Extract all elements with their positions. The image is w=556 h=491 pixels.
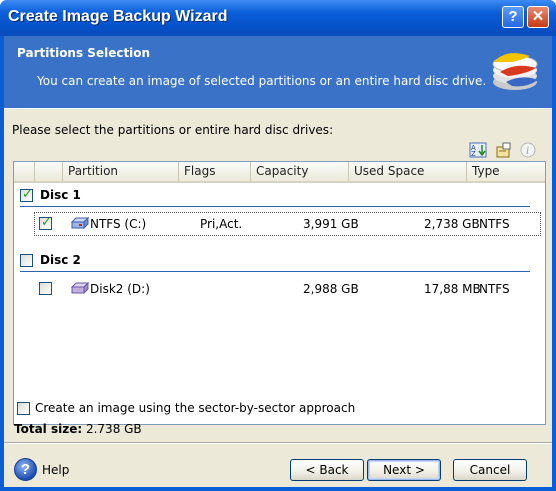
cancel-button[interactable]: Cancel xyxy=(453,459,527,481)
table-row[interactable]: ✓ NTFS (C:) Pri,Act. 3,991 GB 2,738 GB N… xyxy=(14,212,545,236)
help-link[interactable]: Help xyxy=(42,463,69,477)
partition-checkbox[interactable]: ✓ xyxy=(39,215,52,230)
drive-icon xyxy=(71,216,89,230)
column-header-flags[interactable]: Flags xyxy=(178,162,250,181)
group-divider xyxy=(20,206,530,207)
properties-icon[interactable] xyxy=(494,142,512,158)
sector-by-sector-label[interactable]: Create an image using the sector-by-sect… xyxy=(35,401,355,415)
info-icon[interactable]: i xyxy=(519,142,537,158)
total-size-value: 2.738 GB xyxy=(85,422,142,436)
selection-prompt: Please select the partitions or entire h… xyxy=(12,123,334,137)
disc-group-label: Disc 2 xyxy=(40,253,81,267)
page-title: Partitions Selection xyxy=(17,46,151,60)
disc-group-row[interactable]: ✓ Disc 1 xyxy=(14,185,545,207)
help-icon[interactable]: ? xyxy=(14,458,37,481)
wizard-window: Create Image Backup Wizard ? ✕ Partition… xyxy=(0,0,556,491)
dialog-body: Partitions Selection You can create an i… xyxy=(4,36,552,487)
partition-checkbox[interactable] xyxy=(39,282,52,295)
partition-used-space: 17,88 MB xyxy=(424,282,481,296)
window-title: Create Image Backup Wizard xyxy=(8,8,228,25)
column-header-used-space[interactable]: Used Space xyxy=(348,162,466,181)
partition-type: NTFS xyxy=(479,217,510,231)
group-divider xyxy=(20,271,530,272)
disc-group-row[interactable]: Disc 2 xyxy=(14,250,545,272)
partition-name: Disk2 (D:) xyxy=(90,282,150,296)
drive-icon xyxy=(71,281,89,295)
next-button[interactable]: Next > xyxy=(367,459,441,481)
column-header-capacity[interactable]: Capacity xyxy=(250,162,348,181)
page-subtitle: You can create an image of selected part… xyxy=(37,74,487,88)
footer-separator xyxy=(4,442,552,444)
svg-text:i: i xyxy=(526,146,529,157)
title-bar[interactable]: Create Image Backup Wizard ? ✕ xyxy=(0,0,556,36)
wizard-header: Partitions Selection You can create an i… xyxy=(4,36,552,109)
disc1-checkbox[interactable]: ✓ xyxy=(20,187,33,202)
disc-group-label: Disc 1 xyxy=(40,188,81,202)
partition-name: NTFS (C:) xyxy=(90,217,147,231)
sector-by-sector-checkbox[interactable] xyxy=(17,402,30,415)
title-close-button[interactable]: ✕ xyxy=(527,6,549,28)
partition-type: NTFS xyxy=(479,282,510,296)
total-size: Total size: 2.738 GB xyxy=(14,422,142,436)
column-header-partition[interactable]: Partition xyxy=(62,162,178,181)
svg-text:Z: Z xyxy=(471,150,476,158)
back-button[interactable]: < Back xyxy=(290,459,364,481)
partition-capacity: 3,991 GB xyxy=(303,217,359,231)
column-header-checkbox[interactable] xyxy=(34,162,62,181)
table-header: Partition Flags Capacity Used Space Type xyxy=(14,162,545,183)
disc2-checkbox[interactable] xyxy=(20,254,33,267)
partition-capacity: 2,988 GB xyxy=(303,282,359,296)
title-help-button[interactable]: ? xyxy=(502,6,524,28)
table-row[interactable]: Disk2 (D:) 2,988 GB 17,88 MB NTFS xyxy=(14,277,545,301)
total-size-label: Total size: xyxy=(14,422,83,436)
column-header-type[interactable]: Type xyxy=(466,162,545,181)
partition-flags: Pri,Act. xyxy=(200,217,243,231)
acronis-logo-icon xyxy=(492,53,538,90)
partitions-table: Partition Flags Capacity Used Space Type… xyxy=(13,161,546,425)
sort-az-icon[interactable]: A Z xyxy=(469,142,487,158)
partition-used-space: 2,738 GB xyxy=(424,217,480,231)
